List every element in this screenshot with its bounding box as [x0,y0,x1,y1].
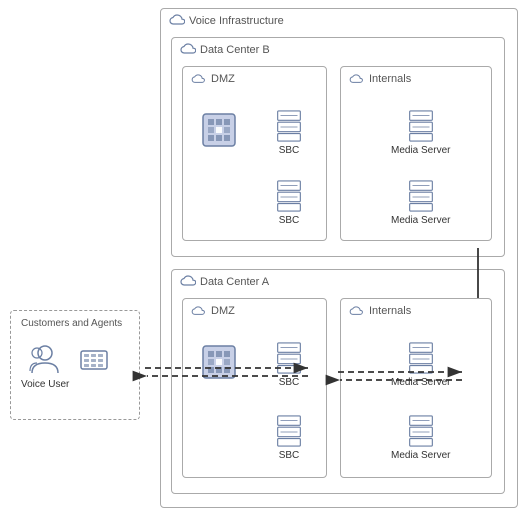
sbc-a1-label: SBC [279,377,300,388]
cloud-icon-internals-b [349,72,363,87]
media-server-b1-label: Media Server [391,145,450,156]
media-server-b1: Media Server [391,109,450,156]
firewall-a [201,344,237,380]
cloud-icon-internals-a [349,304,363,319]
sbc-b1: SBC [275,109,303,156]
internals-b-region: Internals Media Server [340,66,492,241]
data-center-a-region: Data Center A DMZ [171,269,505,494]
cloud-icon-dca [180,275,196,290]
dmz-b-label: DMZ [211,73,235,85]
internals-a-region: Internals Media Server [340,298,492,478]
network-diagram: Voice Infrastructure Data Center B DMZ [0,0,530,520]
cloud-icon-dcb [180,43,196,58]
media-server-a1-label: Media Server [391,377,450,388]
internals-b-label: Internals [369,73,411,85]
cloud-icon-voice-infra [169,14,185,29]
customers-agents-label: Customers and Agents [21,318,122,329]
cloud-icon-dmz-b [191,72,205,87]
phone [79,346,109,376]
media-server-b2: Media Server [391,179,450,226]
cloud-icon-dmz-a [191,304,205,319]
voice-infra-region: Voice Infrastructure Data Center B DMZ [160,8,518,508]
sbc-b2: SBC [275,179,303,226]
sbc-a1: SBC [275,341,303,388]
media-server-a2: Media Server [391,414,450,461]
dc-a-label: Data Center A [200,276,269,288]
dmz-a-label: DMZ [211,305,235,317]
voice-user: Voice User [21,343,69,390]
customers-agents-box: Customers and Agents Voice User [10,310,140,420]
sbc-b1-label: SBC [279,145,300,156]
dmz-b-region: DMZ [182,66,327,241]
data-center-b-region: Data Center B DMZ [171,37,505,257]
dmz-a-region: DMZ [182,298,327,478]
media-server-a1: Media Server [391,341,450,388]
voice-infra-label: Voice Infrastructure [189,15,284,27]
firewall-b [201,112,237,148]
media-server-a2-label: Media Server [391,450,450,461]
internals-a-label: Internals [369,305,411,317]
sbc-a2-label: SBC [279,450,300,461]
media-server-b2-label: Media Server [391,215,450,226]
sbc-b2-label: SBC [279,215,300,226]
dc-b-label: Data Center B [200,44,270,56]
voice-user-label: Voice User [21,379,69,390]
sbc-a2: SBC [275,414,303,461]
